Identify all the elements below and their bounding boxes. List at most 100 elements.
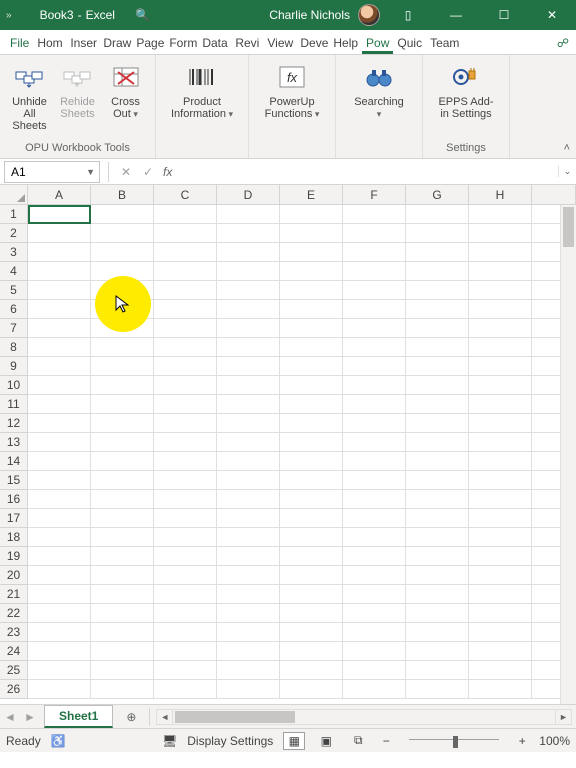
cell[interactable] [91,452,154,471]
vertical-scrollbar[interactable] [560,205,576,704]
cell[interactable] [154,205,217,224]
cell[interactable] [154,566,217,585]
add-sheet-button[interactable]: ⊕ [119,710,143,724]
maximize-button[interactable]: ☐ [484,0,524,30]
chevron-down-icon[interactable]: ▼ [82,167,99,177]
cell[interactable] [217,300,280,319]
cell[interactable] [406,661,469,680]
cell[interactable] [217,566,280,585]
cell[interactable] [406,224,469,243]
cell[interactable] [469,471,532,490]
product-information-button[interactable]: Product Information [160,59,244,122]
zoom-in-button[interactable]: + [515,734,529,748]
cell[interactable] [469,623,532,642]
cell[interactable] [469,604,532,623]
cell[interactable] [469,319,532,338]
search-icon[interactable]: 🔍 [115,8,150,22]
cell[interactable] [343,319,406,338]
row-header-13[interactable]: 13 [0,433,28,452]
history-icon[interactable]: » [6,10,10,21]
cell[interactable] [28,471,91,490]
cell[interactable] [154,224,217,243]
cell[interactable] [154,547,217,566]
cell[interactable] [280,623,343,642]
cell[interactable] [217,452,280,471]
row-header-25[interactable]: 25 [0,661,28,680]
cell[interactable] [280,433,343,452]
cell[interactable] [469,528,532,547]
cell[interactable] [91,680,154,699]
tab-help[interactable]: Help [329,32,362,54]
cell[interactable] [154,471,217,490]
cell[interactable] [469,680,532,699]
cell[interactable] [91,471,154,490]
cell[interactable] [343,262,406,281]
cell[interactable] [28,357,91,376]
cell[interactable] [28,224,91,243]
cell[interactable] [28,623,91,642]
cell[interactable] [406,338,469,357]
cell[interactable] [280,471,343,490]
cell[interactable] [91,433,154,452]
cell[interactable] [469,262,532,281]
cell[interactable] [91,205,154,224]
cell[interactable] [343,585,406,604]
cell[interactable] [217,414,280,433]
cell[interactable] [154,528,217,547]
cell[interactable] [343,642,406,661]
cell[interactable] [217,433,280,452]
cell[interactable] [91,642,154,661]
tab-file[interactable]: File [6,32,33,54]
cell[interactable] [280,338,343,357]
row-header-20[interactable]: 20 [0,566,28,585]
tab-data[interactable]: Data [198,32,231,54]
cell[interactable] [280,243,343,262]
cell[interactable] [217,490,280,509]
cell[interactable] [343,509,406,528]
insert-function-button[interactable]: fx [159,165,176,179]
cell[interactable] [343,243,406,262]
cell[interactable] [343,281,406,300]
cell[interactable] [406,319,469,338]
cell[interactable] [28,338,91,357]
cell[interactable] [28,547,91,566]
grid-body[interactable]: 1234567891011121314151617181920212223242… [0,205,576,704]
cell[interactable] [280,281,343,300]
cell[interactable] [91,547,154,566]
cell[interactable] [280,262,343,281]
cell[interactable] [406,604,469,623]
cell[interactable] [406,262,469,281]
cell[interactable] [91,338,154,357]
cell[interactable] [406,357,469,376]
row-header-8[interactable]: 8 [0,338,28,357]
normal-view-button[interactable]: ▦ [283,732,305,750]
cell[interactable] [406,395,469,414]
cell[interactable] [217,623,280,642]
cell[interactable] [91,395,154,414]
cell[interactable] [91,661,154,680]
cell[interactable] [91,509,154,528]
cell[interactable] [154,319,217,338]
cell[interactable] [217,395,280,414]
cell[interactable] [28,490,91,509]
cell[interactable] [28,205,91,224]
cell[interactable] [343,338,406,357]
collapse-ribbon-icon[interactable]: ˄ [564,142,570,154]
cell[interactable] [280,547,343,566]
cell[interactable] [91,243,154,262]
cell[interactable] [406,300,469,319]
cell[interactable] [28,661,91,680]
scroll-left-icon[interactable]: ◄ [157,710,173,724]
cell[interactable] [406,585,469,604]
cell[interactable] [154,281,217,300]
cell[interactable] [154,642,217,661]
cell[interactable] [406,452,469,471]
cell[interactable] [91,224,154,243]
select-all-corner[interactable] [0,185,28,204]
cell[interactable] [343,680,406,699]
share-button[interactable]: ☍ [550,32,576,54]
row-header-24[interactable]: 24 [0,642,28,661]
cell[interactable] [343,661,406,680]
cell[interactable] [28,395,91,414]
row-header-3[interactable]: 3 [0,243,28,262]
